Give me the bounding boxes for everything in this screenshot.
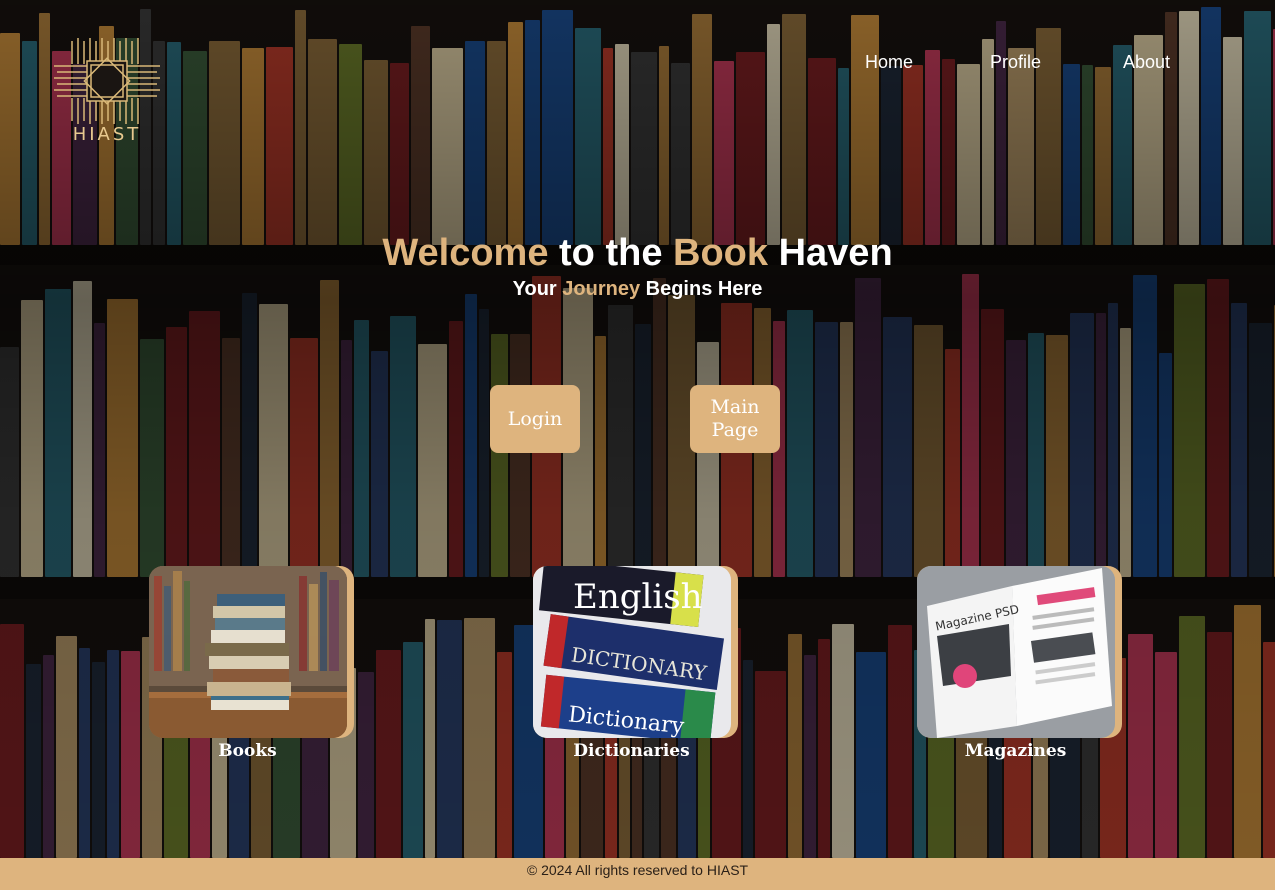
circuit-star-icon xyxy=(54,38,160,124)
dictionaries-label[interactable]: Dictionaries xyxy=(529,741,734,761)
hero-subtitle: Your Journey Begins Here xyxy=(0,278,1275,301)
copyright-text: © 2024 All rights reserved to HIAST xyxy=(526,862,749,878)
magazines-card[interactable]: Magazine PSD xyxy=(917,566,1122,738)
hero-title-word-to-the: to the xyxy=(559,232,663,274)
hero-title-word-welcome: Welcome xyxy=(382,232,549,274)
books-label[interactable]: Books xyxy=(145,741,350,761)
hero-sub-word-journey: Journey xyxy=(562,278,641,300)
hero-title-word-book: Book xyxy=(673,232,769,274)
hiast-logo[interactable]: HIAST xyxy=(52,36,162,148)
main-page-button[interactable]: Main Page xyxy=(690,385,780,453)
magazines-image: Magazine PSD xyxy=(917,566,1115,738)
magazines-label[interactable]: Magazines xyxy=(913,741,1118,761)
hero-title-word-haven: Haven xyxy=(778,232,893,274)
hero-sub-word-begins-here: Begins Here xyxy=(645,278,763,300)
login-button[interactable]: Login xyxy=(490,385,580,453)
dictionaries-image: English DICTIONARY Dictionary xyxy=(533,566,731,738)
nav-home-link[interactable]: Home xyxy=(865,52,913,73)
logo-text: HIAST xyxy=(72,124,142,145)
nav-about-link[interactable]: About xyxy=(1123,52,1170,73)
books-card[interactable] xyxy=(149,566,354,738)
nav-profile-link[interactable]: Profile xyxy=(990,52,1041,73)
hero-sub-word-your: Your xyxy=(512,278,557,300)
dictionary-cover-english: English xyxy=(573,577,703,617)
books-image xyxy=(149,566,347,738)
hero-title: Welcome to the Book Haven xyxy=(0,232,1275,275)
footer: © 2024 All rights reserved to HIAST xyxy=(0,858,1275,890)
dictionaries-card[interactable]: English DICTIONARY Dictionary xyxy=(533,566,738,738)
